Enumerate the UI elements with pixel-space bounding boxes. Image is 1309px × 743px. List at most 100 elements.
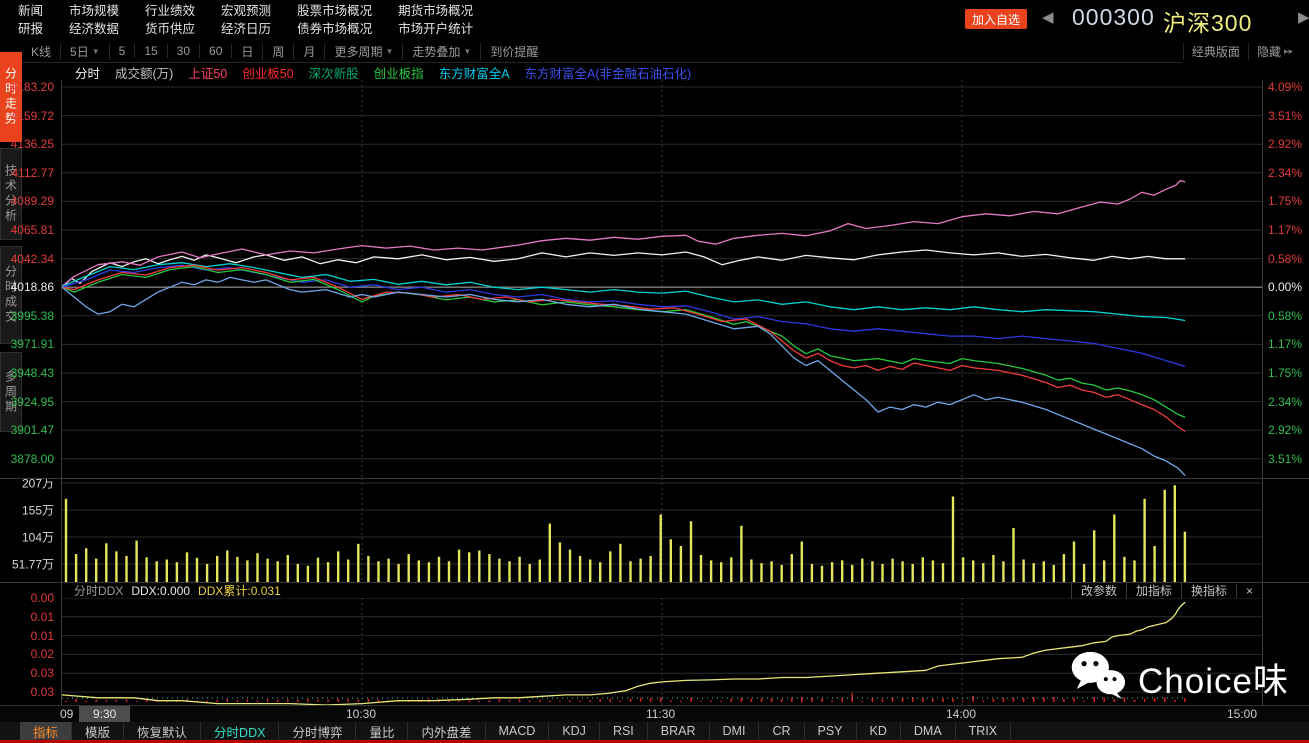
menu-item[interactable]: 经济日历	[221, 21, 271, 38]
menu-item[interactable]: 研报	[18, 21, 43, 38]
prev-symbol-icon[interactable]: ◀	[1042, 8, 1054, 26]
menu-item[interactable]: 宏观预测	[221, 3, 271, 20]
menu-item[interactable]: 市场开户统计	[398, 21, 473, 38]
ddx-axis-label: 0.03	[31, 685, 54, 699]
tab-MACD[interactable]: MACD	[486, 722, 550, 740]
menu-item[interactable]: 期货市场概况	[398, 3, 473, 20]
toolbar-right: 经典版面隐藏▸▸	[1183, 40, 1301, 62]
tab-内外盘差[interactable]: 内外盘差	[408, 722, 485, 740]
chevron-down-icon: ▼	[92, 47, 100, 56]
time-label-11:30: 11:30	[646, 707, 675, 721]
menu-item[interactable]: 行业绩效	[145, 3, 195, 20]
pct-label-right: 1.75%	[1268, 366, 1302, 380]
tab-KDJ[interactable]: KDJ	[549, 722, 600, 740]
menu-item[interactable]: 新闻	[18, 3, 43, 20]
price-label-left: 3878.00	[11, 452, 54, 466]
ddx-button-加指标[interactable]: 加指标	[1126, 582, 1181, 599]
tab-模版[interactable]: 模版	[72, 722, 124, 740]
ddx-value: DDX:0.000	[131, 584, 190, 598]
toolbar-item-日[interactable]: 日	[232, 43, 263, 60]
toolbar-right-经典版面[interactable]: 经典版面	[1183, 43, 1248, 60]
period-toolbar: K线5日▼5153060日周月更多周期▼走势叠加▼到价提醒	[22, 40, 1182, 63]
ddx-axis-label: 0.03	[31, 666, 54, 680]
chart-legend: 分时成交额(万)上证50创业板50深次新股创业板指东方财富全A东方财富全A(非金…	[75, 64, 691, 80]
tab-PSY[interactable]: PSY	[805, 722, 857, 740]
price-label-left: 4136.25	[11, 137, 54, 151]
indicator-tab-bar: 指标模版恢复默认分时DDX分时博弈量比内外盘差MACDKDJRSIBRARDMI…	[0, 722, 1309, 740]
pct-label-right: 0.58%	[1268, 309, 1302, 323]
time-label-open: 09	[60, 707, 73, 721]
price-chart-svg	[62, 80, 1262, 478]
legend-东方财富全A(非金融石油石化): 东方财富全A(非金融石油石化)	[525, 63, 692, 82]
toolbar-item-走势叠加[interactable]: 走势叠加▼	[403, 43, 481, 60]
menu-item[interactable]: 货币供应	[145, 21, 195, 38]
toolbar-item-K线[interactable]: K线	[22, 43, 61, 60]
menu-item[interactable]: 债券市场概况	[297, 21, 372, 38]
price-label-left: 4018.86	[11, 280, 54, 294]
toolbar-item-15[interactable]: 15	[135, 44, 167, 58]
price-label-left: 3971.91	[11, 337, 54, 351]
pct-label-right: 1.75%	[1268, 194, 1302, 208]
time-label-15:00: 15:00	[1227, 707, 1257, 721]
price-label-left: 4159.72	[11, 109, 54, 123]
toolbar-item-60[interactable]: 60	[200, 44, 232, 58]
price-label-left: 3901.47	[11, 423, 54, 437]
volume-chart[interactable]	[62, 478, 1262, 582]
menu-group-5: 期货市场概况市场开户统计	[398, 3, 473, 38]
ddx-axis-label: 0.01	[31, 629, 54, 643]
toolbar-item-5[interactable]: 5	[110, 44, 136, 58]
series-创业板指	[62, 267, 1185, 418]
intraday-price-chart[interactable]	[62, 80, 1262, 478]
volume-axis: 207万155万104万51.77万	[0, 478, 58, 582]
ddx-axis-label: 0.02	[31, 647, 54, 661]
toolbar-item-5日[interactable]: 5日▼	[61, 43, 110, 60]
price-label-left: 4183.20	[11, 80, 54, 94]
ddx-button-改参数[interactable]: 改参数	[1071, 582, 1126, 599]
pct-label-right: 2.92%	[1268, 137, 1302, 151]
top-menu: 新闻研报市场规模经济数据行业绩效货币供应宏观预测经济日历股票市场概况债券市场概况…	[0, 0, 978, 40]
ddx-button-换指标[interactable]: 换指标	[1181, 582, 1236, 599]
menu-item[interactable]: 股票市场概况	[297, 3, 372, 20]
tab-RSI[interactable]: RSI	[600, 722, 648, 740]
legend-创业板50: 创业板50	[242, 63, 293, 82]
legend-东方财富全A: 东方财富全A	[439, 63, 510, 82]
legend-成交额(万): 成交额(万)	[115, 63, 173, 82]
volume-label: 104万	[22, 529, 54, 546]
series-深次新股	[62, 277, 1185, 475]
ddx-close-icon[interactable]: ×	[1236, 584, 1262, 598]
tab-BRAR[interactable]: BRAR	[648, 722, 710, 740]
menu-item[interactable]: 经济数据	[69, 21, 119, 38]
panel-divider	[0, 582, 1309, 583]
toolbar-right-隐藏[interactable]: 隐藏▸▸	[1248, 43, 1301, 60]
menu-group-0: 新闻研报	[18, 3, 43, 38]
add-watchlist-button[interactable]: 加入自选	[965, 9, 1027, 29]
pct-label-right: 0.00%	[1268, 280, 1302, 294]
toolbar-item-到价提醒[interactable]: 到价提醒	[481, 43, 547, 60]
wechat-icon	[1068, 648, 1130, 709]
tab-CR[interactable]: CR	[759, 722, 804, 740]
tab-TRIX[interactable]: TRIX	[956, 722, 1011, 740]
toolbar-item-月[interactable]: 月	[294, 43, 325, 60]
next-symbol-icon[interactable]: ▶	[1298, 8, 1309, 26]
tab-指标[interactable]: 指标	[20, 722, 72, 740]
menu-item[interactable]: 市场规模	[69, 3, 119, 20]
pct-label-right: 0.58%	[1268, 252, 1302, 266]
tab-量比[interactable]: 量比	[356, 722, 408, 740]
menu-group-2: 行业绩效货币供应	[145, 3, 195, 38]
menu-group-1: 市场规模经济数据	[69, 3, 119, 38]
ddx-line	[62, 602, 1185, 705]
toolbar-item-30[interactable]: 30	[168, 44, 200, 58]
toolbar-item-更多周期[interactable]: 更多周期▼	[325, 43, 403, 60]
tab-分时DDX[interactable]: 分时DDX	[201, 722, 279, 740]
tab-DMI[interactable]: DMI	[710, 722, 760, 740]
legend-创业板指: 创业板指	[374, 63, 424, 82]
tab-DMA[interactable]: DMA	[901, 722, 956, 740]
price-axis-left: 4183.204159.724136.254112.774089.294065.…	[0, 80, 58, 478]
toolbar-item-周[interactable]: 周	[263, 43, 294, 60]
tab-恢复默认[interactable]: 恢复默认	[124, 722, 201, 740]
session-start-box[interactable]: 9:30	[79, 706, 130, 722]
time-label-14:00: 14:00	[946, 707, 976, 721]
tab-分时博弈[interactable]: 分时博弈	[279, 722, 356, 740]
legend-深次新股: 深次新股	[309, 63, 359, 82]
tab-KD[interactable]: KD	[857, 722, 901, 740]
